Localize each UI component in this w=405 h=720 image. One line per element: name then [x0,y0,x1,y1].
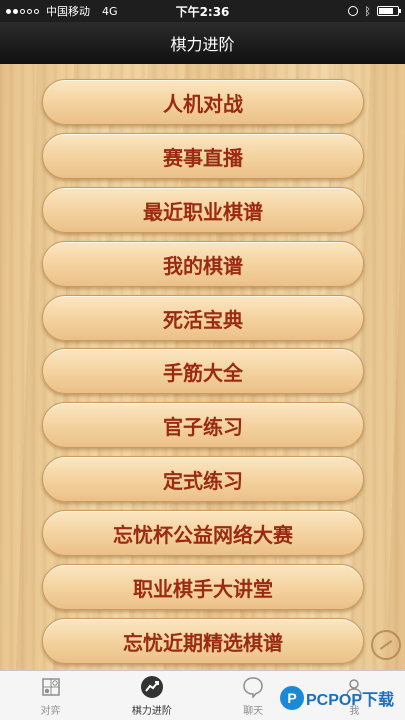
menu-button-cup-tournament[interactable]: 忘忧杯公益网络大赛 [42,510,364,556]
menu-button-ai-match[interactable]: 人机对战 [42,79,364,125]
menu-button-pro-lectures[interactable]: 职业棋手大讲堂 [42,564,364,610]
menu-button-label: 手筋大全 [163,360,243,385]
menu-button-joseki[interactable]: 定式练习 [42,456,364,502]
carrier-label: 中国移动 [46,5,90,18]
menu-button-label: 忘忧近期精选棋谱 [123,630,283,655]
status-bar: 中国移动 4G 下午2:36 ᛒ [0,0,405,22]
tab-label: 聊天 [243,705,264,717]
tab-play[interactable]: 对弈 [0,671,101,720]
menu-button-tesuji[interactable]: 手筋大全 [42,348,364,394]
trend-icon [140,675,164,699]
menu-button-label: 定式练习 [163,468,243,493]
navigation-bar: 棋力进阶 [0,22,405,64]
menu-button-label: 我的棋谱 [163,253,243,278]
tab-label: 棋力进阶 [131,705,172,717]
battery-icon [377,6,401,16]
menu-button-label: 职业棋手大讲堂 [133,576,273,601]
board-icon [39,675,63,699]
menu-button-label: 最近职业棋谱 [143,199,263,224]
menu-button-selected-records[interactable]: 忘忧近期精选棋谱 [42,618,364,664]
menu-button-live-events[interactable]: 赛事直播 [42,133,364,179]
menu-button-label: 忘忧杯公益网络大赛 [113,522,293,547]
menu-content: 人机对战 赛事直播 最近职业棋谱 我的棋谱 死活宝典 手筋大全 官子练习 定式练… [0,64,405,670]
page-title: 棋力进阶 [170,35,235,54]
pcpop-logo-icon: P [280,686,304,710]
menu-button-label: 官子练习 [163,414,243,439]
menu-button-life-death[interactable]: 死活宝典 [42,295,364,341]
decorative-stamp-icon [371,630,401,660]
menu-button-my-records[interactable]: 我的棋谱 [42,241,364,287]
pcpop-watermark: P PCPOP下载 [280,680,402,716]
menu-button-label: 赛事直播 [163,145,243,170]
chat-icon [241,675,265,699]
signal-strength-icon [6,8,39,14]
tab-advance[interactable]: 棋力进阶 [101,671,202,720]
menu-button-recent-pro-records[interactable]: 最近职业棋谱 [42,187,364,233]
status-time: 下午2:36 [175,4,230,19]
menu-button-endgame[interactable]: 官子练习 [42,402,364,448]
tab-label: 对弈 [40,705,61,717]
bluetooth-icon: ᛒ [364,4,371,18]
network-label: 4G [102,4,118,18]
watermark-text: PCPOP下载 [306,692,395,709]
menu-button-label: 人机对战 [163,91,243,116]
alarm-icon [348,6,359,16]
status-left: 中国移动 4G [6,3,156,19]
menu-button-label: 死活宝典 [163,307,243,332]
status-right: ᛒ [249,4,401,18]
